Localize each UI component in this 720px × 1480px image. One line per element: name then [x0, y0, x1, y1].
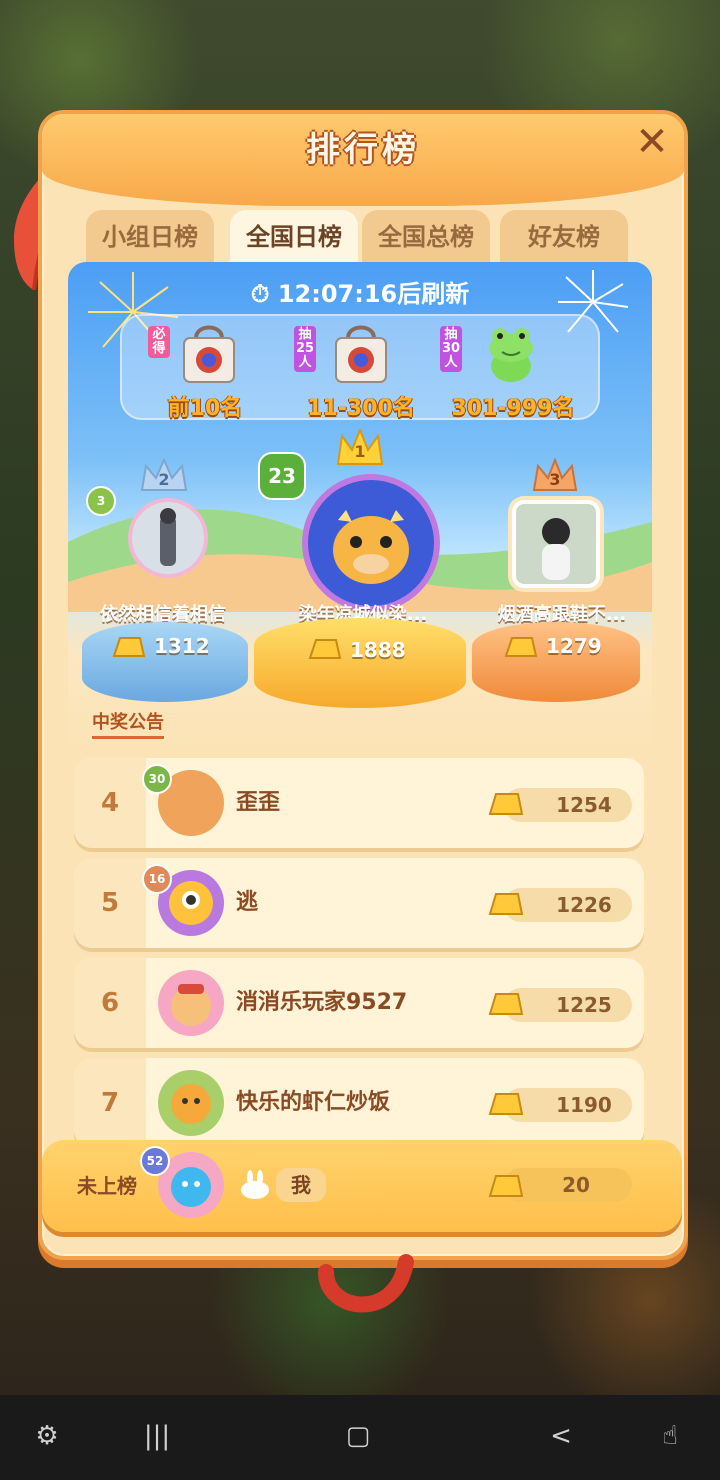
recent-apps-icon[interactable]: ||| [140, 1421, 174, 1451]
row-rank: 4 [74, 758, 146, 848]
podium-score: 1312 [154, 634, 210, 658]
tab-national-total[interactable]: 全国总榜 [362, 210, 490, 265]
panel-header: 排行榜 ✕ [42, 114, 684, 206]
home-icon[interactable]: ▢ [340, 1421, 376, 1451]
crown-bronze-icon: 3 [530, 457, 580, 494]
row-rank: 5 [74, 858, 146, 948]
reward-tag: 必得 [148, 326, 170, 358]
avatar [158, 970, 224, 1036]
page-title: 排行榜 [306, 130, 420, 170]
level-badge: 3 [86, 486, 116, 516]
tab-national-daily[interactable]: 全国日榜 [230, 210, 358, 268]
tab-friends[interactable]: 好友榜 [500, 210, 628, 265]
gift-bag-icon [335, 325, 387, 383]
podium-first [254, 618, 466, 708]
winning-announcement-link[interactable]: 中奖公告 [92, 708, 164, 739]
row-name: 逃 [236, 890, 259, 915]
gold-bar-icon [112, 637, 146, 657]
reward-tag: 抽25人 [294, 326, 316, 372]
gold-bar-icon [488, 793, 524, 815]
crown-gold-icon: 1 [334, 427, 386, 468]
close-button[interactable]: ✕ [632, 122, 672, 162]
close-icon: ✕ [635, 119, 669, 165]
refresh-timer: ⏱ 12:07:16后刷新 [68, 274, 652, 309]
reward-range: 301-999名 [451, 396, 575, 421]
gift-bag-icon [183, 325, 235, 383]
my-rank-row[interactable]: 未上榜 52 我 20 [42, 1140, 682, 1232]
bunny-icon [241, 1170, 269, 1199]
reward-tier-2: 抽25人 11-300名 [286, 314, 436, 421]
row-name: 歪歪 [236, 790, 281, 815]
reward-tier-1: 必得 前10名 [130, 314, 280, 421]
reward-range: 前10名 [167, 396, 243, 421]
gold-bar-icon [488, 893, 524, 915]
gold-bar-icon [488, 993, 524, 1015]
back-icon[interactable]: < [546, 1421, 576, 1451]
my-rank: 未上榜 [77, 1174, 137, 1198]
table-row[interactable]: 6 消消乐玩家9527 1225 [74, 958, 644, 1048]
podium-rank: 1 [354, 442, 366, 461]
podium-score: 1279 [546, 634, 602, 658]
avatar[interactable] [128, 498, 208, 578]
row-score: 1226 [556, 893, 612, 917]
row-name: 快乐的虾仁炒饭 [236, 1090, 391, 1115]
tab-group-daily[interactable]: 小组日榜 [86, 210, 214, 265]
ranking-board: ⏱ 12:07:16后刷新 必得 前10名 抽25人 11-300名 抽30人 [68, 262, 652, 752]
avatar[interactable] [302, 474, 440, 612]
table-row[interactable]: 5 16 逃 1226 [74, 858, 644, 948]
level-badge: 16 [142, 864, 172, 894]
table-row[interactable]: 7 快乐的虾仁炒饭 1190 [74, 1058, 644, 1148]
row-score: 1254 [556, 793, 612, 817]
level-badge: 23 [258, 452, 306, 500]
gold-bar-icon [308, 639, 342, 659]
reward-range: 11-300名 [307, 396, 415, 421]
game-pad-icon[interactable]: ⚙ [30, 1421, 64, 1451]
my-score: 20 [562, 1173, 590, 1197]
system-nav-bar: ⚙ ||| ▢ < ☝ [0, 1395, 720, 1480]
reward-tag: 抽30人 [440, 326, 462, 372]
podium-rank: 3 [549, 470, 561, 489]
row-score: 1190 [556, 1093, 612, 1117]
crown-silver-icon: 2 [138, 457, 190, 494]
ribbon-decoration [318, 1254, 414, 1313]
reward-tiers[interactable]: 必得 前10名 抽25人 11-300名 抽30人 301-999名 [120, 314, 600, 421]
reward-tier-3: 抽30人 301-999名 [438, 314, 588, 421]
clock-icon: ⏱ [250, 280, 278, 308]
podium-score: 1888 [350, 638, 406, 662]
my-name: 我 [276, 1168, 326, 1202]
table-row[interactable]: 4 30 歪歪 1254 [74, 758, 644, 848]
touch-lock-icon[interactable]: ☝ [652, 1421, 688, 1451]
frog-plush-icon [489, 328, 533, 382]
gold-bar-icon [504, 637, 538, 657]
tab-bar: 小组日榜 全国日榜 全国总榜 好友榜 [86, 210, 646, 268]
gold-bar-icon [488, 1175, 524, 1197]
podium-rank: 2 [158, 470, 170, 489]
level-badge: 52 [140, 1146, 170, 1176]
row-score: 1225 [556, 993, 612, 1017]
avatar [158, 1070, 224, 1136]
avatar[interactable] [512, 500, 600, 588]
level-badge: 30 [142, 764, 172, 794]
timer-text: 12:07:16后刷新 [277, 280, 470, 308]
row-rank: 6 [74, 958, 146, 1048]
gold-bar-icon [488, 1093, 524, 1115]
row-name: 消消乐玩家9527 [236, 990, 408, 1015]
row-rank: 7 [74, 1058, 146, 1148]
